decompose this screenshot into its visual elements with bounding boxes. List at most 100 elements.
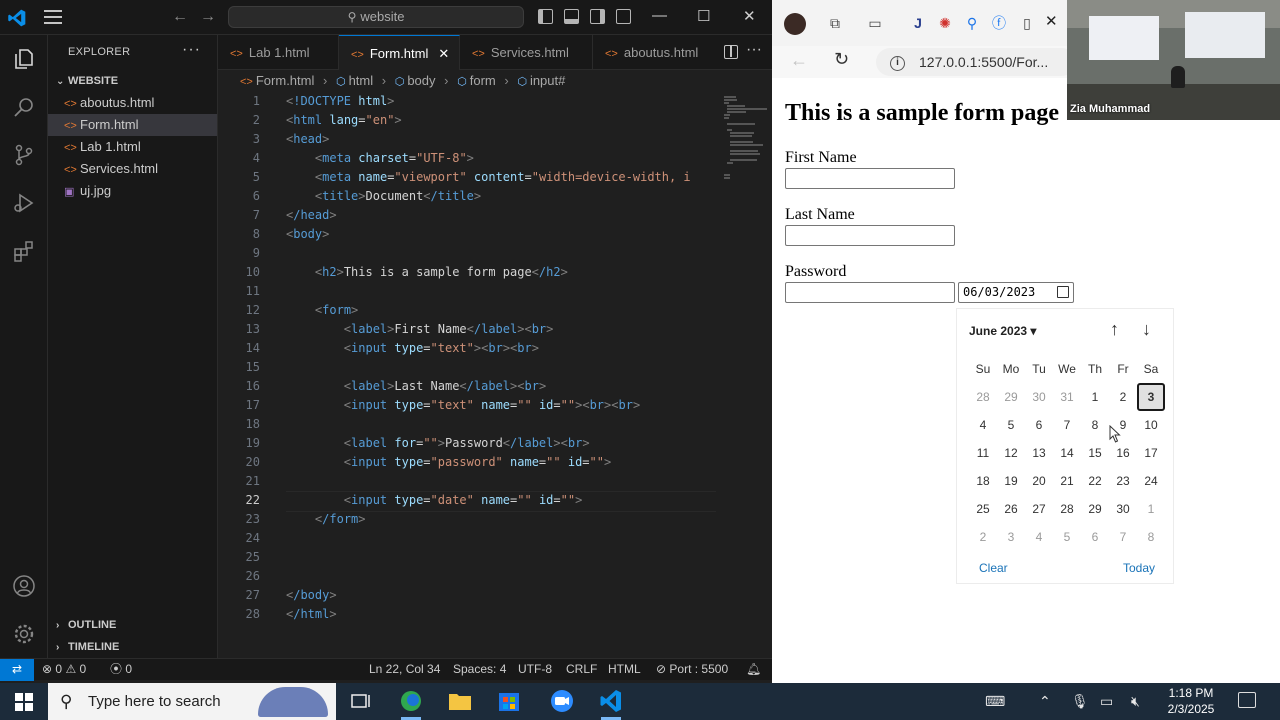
code-line[interactable]: 28 </html> [218, 605, 718, 624]
timeline-section[interactable]: › TIMELINE [48, 636, 218, 658]
calendar-day[interactable]: 1 [1137, 495, 1165, 523]
tab-actions-icon[interactable]: ▭ [866, 14, 884, 32]
calendar-day[interactable]: 1 [1081, 383, 1109, 411]
minimize-icon[interactable]: — [652, 7, 667, 24]
close-tab-icon[interactable]: ✕ [1045, 12, 1058, 30]
bell-icon[interactable]: 🔔︎ [746, 659, 761, 680]
breadcrumb-input[interactable]: input# [530, 73, 565, 88]
tab-aboutus[interactable]: <> aboutus.html [593, 35, 716, 70]
cursor-position[interactable]: Ln 22, Col 34 [369, 659, 440, 680]
code-line[interactable]: 4 <meta charset="UTF-8"> [218, 149, 718, 168]
file-item-lab1[interactable]: <> Lab 1.html [48, 136, 217, 158]
breadcrumb-file[interactable]: Form.html [256, 73, 315, 88]
calendar-day[interactable]: 2 [1109, 383, 1137, 411]
calendar-day[interactable]: 30 [1109, 495, 1137, 523]
calendar-day[interactable]: 16 [1109, 439, 1137, 467]
file-item-services[interactable]: <> Services.html [48, 158, 217, 180]
close-window-icon[interactable]: ✕ [743, 7, 756, 25]
code-line[interactable]: 17 <input type="text" name="" id=""><br>… [218, 396, 718, 415]
calendar-day[interactable]: 10 [1137, 411, 1165, 439]
calendar-icon[interactable] [1057, 286, 1069, 298]
toggle-panel-icon[interactable] [564, 9, 579, 24]
breadcrumb-form[interactable]: form [470, 73, 496, 88]
code-line[interactable]: 20 <input type="password" name="" id=""> [218, 453, 718, 472]
encoding[interactable]: UTF-8 [518, 659, 552, 680]
calendar-day[interactable]: 18 [969, 467, 997, 495]
close-tab-icon[interactable]: ✕ [438, 46, 449, 61]
calendar-day[interactable]: 4 [969, 411, 997, 439]
taskbar-search[interactable]: ⚲ Type here to search [48, 683, 336, 720]
source-control-icon[interactable] [12, 143, 36, 167]
code-line[interactable]: 11 [218, 282, 718, 301]
calendar-day[interactable]: 3 [997, 523, 1025, 551]
tab-site-icon[interactable]: ✺ [936, 14, 954, 32]
calendar-day[interactable]: 4 [1025, 523, 1053, 551]
back-arrow-icon[interactable]: ← [790, 50, 808, 71]
today-button[interactable]: Today [1123, 561, 1155, 575]
toggle-sidebar-icon[interactable] [538, 9, 553, 24]
date-field[interactable]: 06/03/2023 [958, 282, 1074, 303]
network-icon[interactable]: ▭ [1100, 693, 1113, 710]
live-server-port[interactable]: ⊘ Port : 5500 [656, 659, 728, 680]
folder-header[interactable]: ⌄ WEBSITE [48, 70, 218, 92]
forward-arrow-icon[interactable]: → [200, 8, 216, 26]
password-field[interactable] [785, 282, 955, 303]
breadcrumb-body[interactable]: body [407, 73, 435, 88]
calendar-day[interactable]: 29 [1081, 495, 1109, 523]
run-debug-icon[interactable] [12, 191, 36, 215]
toggle-secondary-sidebar-icon[interactable] [590, 9, 605, 24]
ports-indicator[interactable]: ⦿ 0 [110, 659, 132, 680]
maximize-icon[interactable]: ☐ [697, 7, 710, 25]
first-name-field[interactable] [785, 168, 955, 189]
calendar-day[interactable]: 8 [1081, 411, 1109, 439]
code-line[interactable]: 13 <label>First Name</label><br> [218, 320, 718, 339]
more-actions-icon[interactable]: ··· [182, 41, 201, 59]
search-icon[interactable] [12, 95, 36, 119]
notification-icon[interactable] [1238, 692, 1256, 708]
reload-icon[interactable]: ↻ [834, 49, 849, 70]
clear-button[interactable]: Clear [979, 561, 1008, 575]
explorer-icon[interactable] [12, 47, 36, 71]
code-line[interactable]: 24 [218, 529, 718, 548]
code-line[interactable]: 16 <label>Last Name</label><br> [218, 377, 718, 396]
code-line[interactable]: 22 <input type="date" name="" id=""> [218, 491, 718, 512]
code-line[interactable]: 25 [218, 548, 718, 567]
file-item-aboutus[interactable]: <> aboutus.html [48, 92, 217, 114]
calendar-day[interactable]: 14 [1053, 439, 1081, 467]
minimap[interactable] [718, 92, 772, 658]
file-item-form[interactable]: <> Form.html [48, 114, 217, 136]
code-line[interactable]: 9 [218, 244, 718, 263]
facebook-icon[interactable]: ⓕ [990, 14, 1008, 32]
workspaces-icon[interactable]: ⧉ [826, 14, 844, 32]
code-line[interactable]: 14 <input type="text"><br><br> [218, 339, 718, 358]
code-line[interactable]: 7 </head> [218, 206, 718, 225]
code-line[interactable]: 27 </body> [218, 586, 718, 605]
gear-icon[interactable] [12, 622, 36, 646]
calendar-day[interactable]: 30 [1025, 383, 1053, 411]
calendar-day[interactable]: 20 [1025, 467, 1053, 495]
avatar[interactable] [784, 13, 806, 35]
previous-month-icon[interactable]: ↑ [1110, 319, 1119, 340]
calendar-day[interactable]: 22 [1081, 467, 1109, 495]
code-line[interactable]: 6 <title>Document</title> [218, 187, 718, 206]
calendar-day[interactable]: 7 [1053, 411, 1081, 439]
calendar-day[interactable]: 3 [1137, 383, 1165, 411]
file-item-uj-jpg[interactable]: ▣ uj.jpg [48, 180, 217, 202]
calendar-day[interactable]: 28 [1053, 495, 1081, 523]
back-arrow-icon[interactable]: ← [172, 8, 188, 26]
customize-layout-icon[interactable] [616, 9, 631, 24]
calendar-day[interactable]: 21 [1053, 467, 1081, 495]
zoom-icon[interactable] [540, 683, 584, 720]
extensions-icon[interactable] [12, 239, 36, 263]
microphone-icon[interactable]: 🎙︎ [1071, 693, 1089, 710]
code-line[interactable]: 23 </form> [218, 510, 718, 529]
code-line[interactable]: 2 <html lang="en"> [218, 111, 718, 130]
outline-section[interactable]: › OUTLINE [48, 614, 218, 636]
vscode-icon[interactable] [589, 683, 633, 720]
code-line[interactable]: 3 <head> [218, 130, 718, 149]
code-line[interactable]: 8 <body> [218, 225, 718, 244]
calendar-day[interactable]: 28 [969, 383, 997, 411]
code-editor[interactable]: 1 <!DOCTYPE html> 2 <html lang="en"> 3 <head>… [218, 92, 718, 658]
edge-icon[interactable] [389, 683, 433, 720]
code-line[interactable]: 1 <!DOCTYPE html> [218, 92, 718, 111]
